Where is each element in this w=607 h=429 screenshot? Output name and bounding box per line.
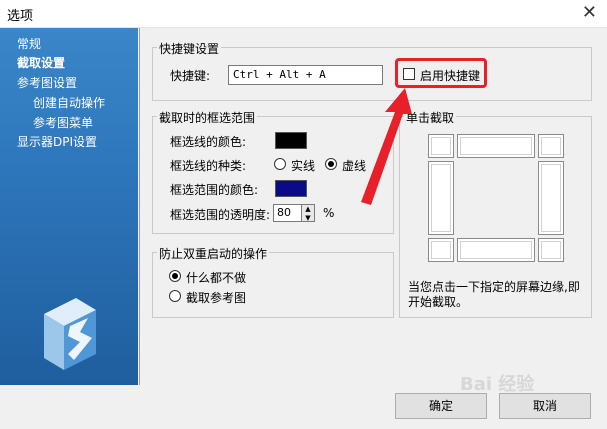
- click-capture-hint: 当您点击一下指定的屏幕边缘,即开始截取。: [408, 280, 580, 309]
- edge-bottom-right[interactable]: [538, 238, 564, 262]
- prevent-capture-ref-label: 截取参考图: [186, 291, 247, 305]
- opacity-input[interactable]: 80: [273, 204, 302, 222]
- line-color-swatch[interactable]: [275, 132, 307, 149]
- sidebar-item-dpi[interactable]: 显示器DPI设置: [17, 133, 97, 150]
- title-bar: 选项 ✕: [0, 0, 607, 28]
- sidebar-item-general[interactable]: 常规: [17, 35, 41, 52]
- prevent-double-group-title: 防止双重启动的操作: [157, 245, 270, 262]
- annotation-arrow-icon: [361, 88, 412, 205]
- cancel-button[interactable]: 取消: [499, 393, 591, 419]
- line-type-label: 框选线的种类:: [170, 159, 247, 173]
- sidebar: 常规 截取设置 参考图设置 创建自动操作 参考图菜单 显示器DPI设置: [0, 28, 138, 385]
- ok-button[interactable]: 确定: [395, 393, 487, 419]
- edge-top[interactable]: [457, 134, 535, 158]
- line-color-label: 框选线的颜色:: [170, 135, 247, 149]
- line-type-dashed-radio[interactable]: [325, 158, 337, 170]
- range-color-label: 框选范围的颜色:: [170, 183, 259, 197]
- sidebar-item-reference-settings[interactable]: 参考图设置: [17, 74, 77, 91]
- sidebar-item-create-auto[interactable]: 创建自动操作: [33, 94, 105, 111]
- edge-bottom[interactable]: [457, 238, 535, 262]
- line-type-solid-radio[interactable]: [274, 158, 286, 170]
- line-type-solid-label: 实线: [291, 159, 316, 173]
- selection-group-title: 截取时的框选范围: [157, 109, 258, 126]
- edge-left[interactable]: [428, 161, 454, 235]
- edge-top-left[interactable]: [428, 134, 454, 158]
- sidebar-item-capture-settings[interactable]: 截取设置: [17, 54, 65, 71]
- opacity-stepper[interactable]: ▲ ▼: [301, 204, 315, 222]
- prevent-capture-ref-radio[interactable]: [169, 290, 181, 302]
- app-logo-icon: [44, 298, 96, 370]
- hotkey-label: 快捷键:: [170, 69, 211, 83]
- sidebar-item-reference-menu[interactable]: 参考图菜单: [33, 114, 93, 131]
- prevent-do-nothing-radio[interactable]: [169, 270, 181, 282]
- range-color-swatch[interactable]: [275, 180, 307, 197]
- window-title: 选项: [7, 9, 34, 24]
- watermark: Bai 经验: [460, 374, 535, 395]
- edge-bottom-left[interactable]: [428, 238, 454, 262]
- hotkey-input[interactable]: Ctrl + Alt + A: [228, 65, 383, 85]
- edge-top-right[interactable]: [538, 134, 564, 158]
- sidebar-divider: [139, 28, 140, 385]
- close-icon[interactable]: ✕: [582, 2, 597, 23]
- opacity-label: 框选范围的透明度:: [170, 208, 271, 222]
- hotkey-group-title: 快捷键设置: [157, 40, 222, 57]
- prevent-do-nothing-label: 什么都不做: [186, 271, 247, 285]
- edge-right[interactable]: [538, 161, 564, 235]
- opacity-unit: %: [323, 206, 335, 220]
